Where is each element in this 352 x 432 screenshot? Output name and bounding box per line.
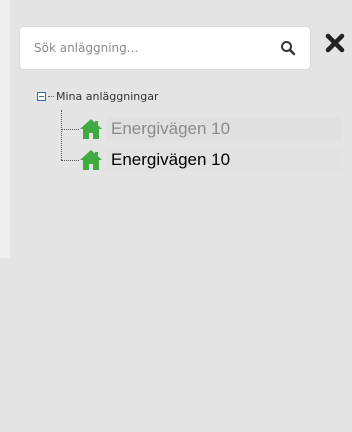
tree-root-label: Mina anläggningar	[56, 89, 159, 103]
tree-connector	[61, 159, 79, 161]
house-icon	[79, 118, 103, 140]
collapse-toggle-icon[interactable]	[37, 91, 46, 101]
search-input[interactable]	[20, 27, 270, 69]
tree-connector	[48, 95, 54, 97]
house-icon	[79, 149, 103, 171]
tree-connector	[61, 128, 79, 130]
side-strip	[0, 0, 10, 258]
tree-item-facility[interactable]: Energivägen 10	[61, 148, 341, 172]
search-icon[interactable]	[280, 40, 296, 56]
tree-root[interactable]: Mina anläggningar	[37, 87, 158, 105]
search-box	[20, 27, 310, 69]
tree-item-facility[interactable]: Energivägen 10	[61, 117, 341, 141]
tree-item-label: Energivägen 10	[111, 119, 231, 138]
tree-item-label: Energivägen 10	[111, 150, 231, 169]
close-icon[interactable]	[324, 32, 346, 54]
